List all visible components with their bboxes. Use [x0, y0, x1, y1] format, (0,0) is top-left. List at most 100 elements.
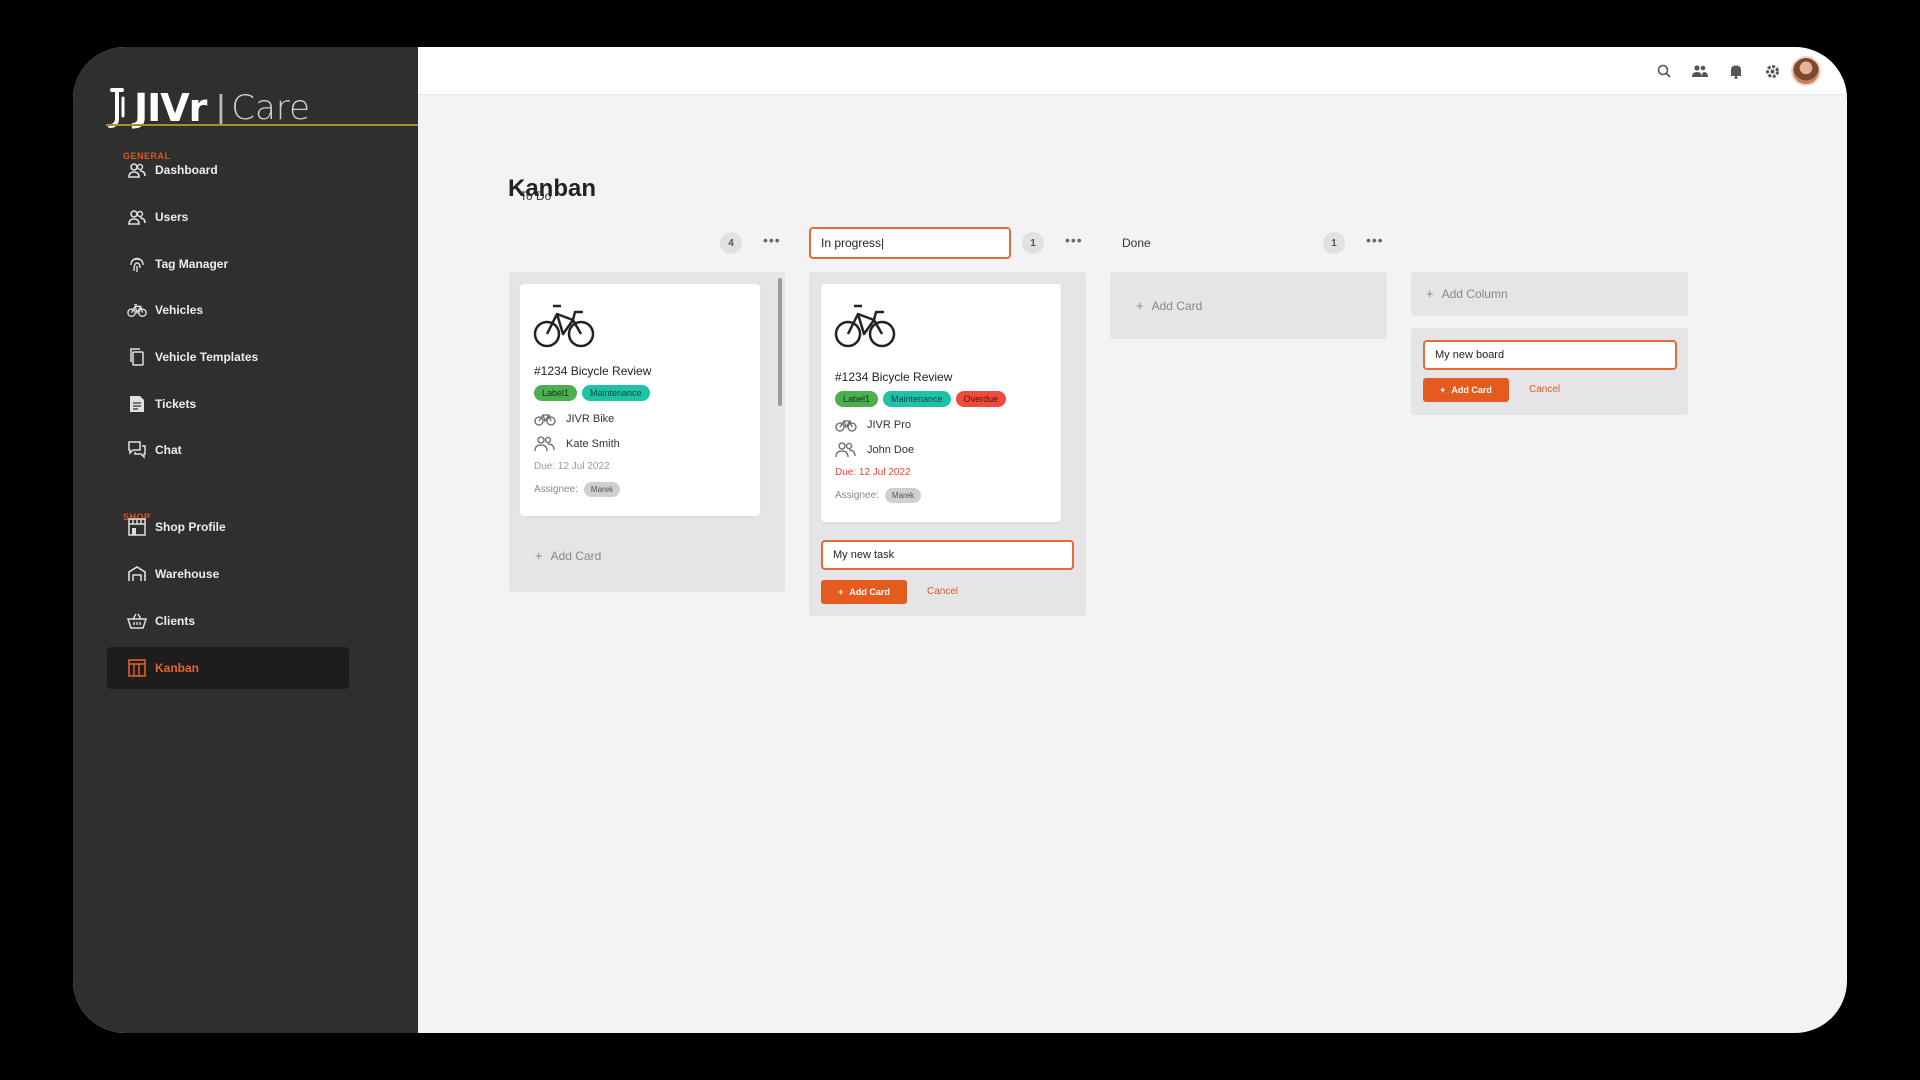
assignee-badge: Marek: [583, 482, 621, 497]
kanban-card[interactable]: #1234 Bicycle Review Label1 Maintenance …: [821, 284, 1061, 522]
sidebar-item-tickets[interactable]: Tickets: [107, 383, 349, 425]
add-card-button[interactable]: + Add Card: [535, 548, 601, 563]
column-title[interactable]: Done: [1122, 236, 1151, 250]
sidebar-item-label: Chat: [155, 443, 182, 457]
sidebar-item-dashboard[interactable]: Dashboard: [107, 149, 349, 191]
tag-overdue: Overdue: [955, 391, 1007, 407]
topbar: [418, 47, 1847, 95]
bicycle-icon: [534, 414, 556, 426]
add-column-link[interactable]: + Add Column: [1426, 286, 1508, 301]
sidebar-item-vehicle-templates[interactable]: Vehicle Templates: [107, 336, 349, 378]
card-assignee: Assignee: Marek: [835, 488, 922, 503]
card-vehicle: JIVR Pro: [835, 418, 911, 432]
bicycle-icon: [835, 420, 857, 432]
person-name: Kate Smith: [566, 438, 620, 450]
column-title[interactable]: To Do: [520, 189, 551, 203]
sidebar-item-label: Users: [155, 210, 189, 224]
bicycle-icon: [127, 300, 147, 320]
sidebar-item-label: Vehicle Templates: [155, 350, 259, 364]
sidebar-item-label: Vehicles: [155, 303, 204, 317]
tag-label: Label1: [534, 385, 578, 401]
card-assignee: Assignee: Marek: [534, 482, 621, 497]
new-board-form: + Add Card Cancel: [1411, 328, 1688, 415]
add-card-button[interactable]: + Add Card: [1423, 378, 1509, 402]
sidebar-item-chat[interactable]: Chat: [107, 429, 349, 471]
document-icon: [127, 394, 147, 414]
due-date: Due: 12 Jul 2022: [835, 467, 911, 478]
column-header-done: Done: [1122, 227, 1151, 259]
logo-divider: [106, 124, 418, 126]
column-count-badge: 4: [720, 232, 742, 254]
sidebar-item-label: Kanban: [155, 661, 200, 675]
tag-label: Maintenance: [883, 391, 951, 407]
sidebar-item-kanban[interactable]: Kanban: [107, 647, 349, 689]
sidebar-item-users[interactable]: Users: [107, 196, 349, 238]
card-title: #1234 Bicycle Review: [835, 370, 953, 384]
sidebar-item-label: Warehouse: [155, 567, 220, 581]
due-date: Due: 12 Jul 2022: [534, 461, 610, 472]
basket-icon: [127, 611, 147, 631]
sidebar-item-vehicles[interactable]: Vehicles: [107, 289, 349, 331]
users-icon: [835, 442, 856, 458]
new-task-input[interactable]: [821, 540, 1074, 570]
column-in-progress: #1234 Bicycle Review Label1 Maintenance …: [809, 272, 1086, 616]
add-card-label: Add Card: [1151, 298, 1203, 313]
sidebar-item-label: Tickets: [155, 397, 197, 411]
users-icon: [127, 207, 147, 227]
plus-icon: +: [1426, 286, 1434, 301]
logo-product: Care: [231, 88, 311, 128]
assignee-label: Assignee:: [534, 484, 578, 495]
card-tags: Label1 Maintenance: [534, 385, 650, 401]
logo-separator: |: [216, 88, 226, 127]
tag-label: Label1: [835, 391, 879, 407]
cancel-button[interactable]: Cancel: [1529, 384, 1560, 395]
new-board-input[interactable]: [1423, 340, 1677, 370]
logo-icon: [108, 88, 125, 128]
sidebar-item-label: Shop Profile: [155, 520, 226, 534]
plus-icon: +: [1440, 385, 1446, 395]
bicycle-icon: [533, 304, 595, 348]
sidebar-item-label: Dashboard: [155, 163, 218, 177]
warehouse-icon: [127, 564, 147, 584]
users-icon[interactable]: [1690, 61, 1710, 81]
sidebar-item-shop-profile[interactable]: Shop Profile: [107, 506, 349, 548]
more-options-icon[interactable]: •••: [1366, 232, 1384, 248]
add-card-label: Add Card: [849, 587, 890, 597]
add-column-label: Add Column: [1441, 286, 1508, 301]
column-title-input[interactable]: [809, 227, 1011, 259]
add-column-button[interactable]: + Add Column: [1411, 272, 1688, 316]
add-card-label: Add Card: [1451, 385, 1492, 395]
assignee-badge: Marek: [884, 488, 922, 503]
copy-icon: [127, 347, 147, 367]
sidebar-item-label: Clients: [155, 614, 196, 628]
tag-label: Maintenance: [582, 385, 650, 401]
column-header-todo: To Do: [520, 180, 551, 212]
add-card-button[interactable]: + Add Card: [1136, 298, 1202, 313]
column-scrollbar[interactable]: [778, 278, 782, 406]
storefront-icon: [127, 517, 147, 537]
sidebar-item-warehouse[interactable]: Warehouse: [107, 553, 349, 595]
card-person: Kate Smith: [534, 436, 620, 452]
fingerprint-icon: [127, 254, 147, 274]
search-icon[interactable]: [1654, 61, 1674, 81]
card-title: #1234 Bicycle Review: [534, 364, 652, 378]
sidebar: JIVr | Care General Dashboard Users Tag …: [73, 47, 418, 1033]
cancel-button[interactable]: Cancel: [927, 586, 958, 597]
avatar[interactable]: [1791, 56, 1821, 86]
users-icon: [127, 160, 147, 180]
bicycle-icon: [834, 304, 896, 348]
column-done: + Add Card: [1110, 272, 1387, 339]
sidebar-item-clients[interactable]: Clients: [107, 600, 349, 642]
sidebar-item-tag-manager[interactable]: Tag Manager: [107, 243, 349, 285]
gear-icon[interactable]: [1762, 61, 1782, 81]
bell-icon[interactable]: [1726, 61, 1746, 81]
plus-icon: +: [1136, 298, 1144, 313]
more-options-icon[interactable]: •••: [763, 232, 781, 248]
kanban-icon: [127, 658, 147, 678]
card-tags: Label1 Maintenance Overdue: [835, 391, 1007, 407]
users-icon: [534, 436, 555, 452]
add-card-button[interactable]: + Add Card: [821, 580, 907, 604]
kanban-card[interactable]: #1234 Bicycle Review Label1 Maintenance …: [520, 284, 760, 516]
vehicle-name: JIVR Pro: [867, 419, 912, 431]
more-options-icon[interactable]: •••: [1065, 232, 1083, 248]
